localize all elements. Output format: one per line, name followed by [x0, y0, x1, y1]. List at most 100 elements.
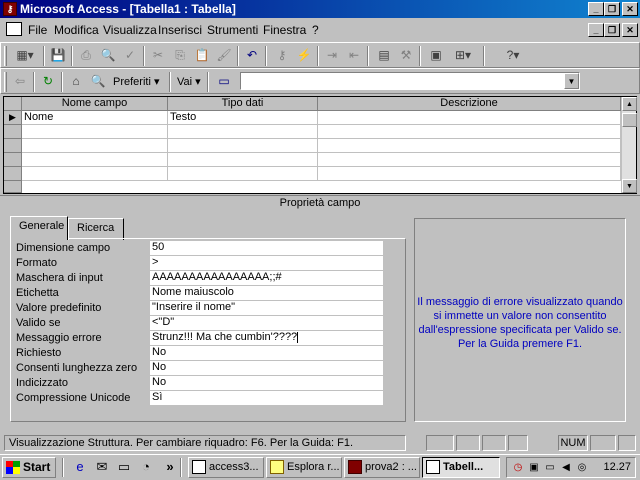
empty-cell[interactable] — [318, 139, 621, 153]
channels-icon[interactable]: ◔ — [138, 459, 154, 475]
property-value-input[interactable]: <"D" — [150, 316, 383, 330]
print-preview-icon[interactable]: 🔍 — [97, 46, 119, 66]
delete-rows-icon[interactable]: ⇤ — [343, 46, 365, 66]
property-value-input[interactable]: Sì — [150, 391, 383, 405]
go-menu[interactable]: Vai ▾ — [177, 75, 201, 88]
back-icon[interactable]: ⇦ — [9, 72, 31, 92]
menu-visualizza[interactable]: Visualizza — [103, 23, 157, 37]
empty-cell[interactable] — [318, 125, 621, 139]
task-button-prova2[interactable]: prova2 : ... — [344, 457, 420, 478]
volume-icon[interactable]: ◀ — [559, 461, 573, 475]
favorites-menu[interactable]: Preferiti ▾ — [113, 75, 159, 88]
property-row-default-value[interactable]: Valore predefinito "Inserire il nome" — [16, 301, 384, 316]
row-selector[interactable] — [4, 125, 22, 139]
scheduler-icon[interactable]: ◷ — [511, 461, 525, 475]
format-painter-icon[interactable]: 🖌 — [213, 46, 235, 66]
property-value-input-focused[interactable]: Strunz!!! Ma che cumbin'???? — [150, 331, 383, 345]
network-icon[interactable]: ▣ — [527, 461, 541, 475]
property-value-input[interactable]: "Inserire il nome" — [150, 301, 383, 315]
empty-cell[interactable] — [22, 153, 168, 167]
undo-icon[interactable]: ↶ — [241, 46, 263, 66]
close-button[interactable]: ✕ — [622, 2, 638, 16]
property-row-input-mask[interactable]: Maschera di input AAAAAAAAAAAAAAAA;;# — [16, 271, 384, 286]
field-name-cell[interactable]: Nome — [22, 111, 168, 125]
empty-cell[interactable] — [168, 139, 318, 153]
menu-help[interactable]: ? — [312, 23, 319, 37]
help-icon[interactable]: ?▾ — [497, 46, 529, 66]
property-row-unicode-compression[interactable]: Compressione Unicode Sì — [16, 391, 384, 406]
build-icon[interactable]: ⚒ — [395, 46, 417, 66]
task-button-tabella[interactable]: Tabell... — [422, 457, 500, 478]
doc-restore-button[interactable]: ❐ — [604, 23, 620, 37]
menu-strumenti[interactable]: Strumenti — [207, 23, 258, 37]
search-web-icon[interactable]: 🔍 — [87, 72, 109, 92]
home-icon[interactable]: ⌂ — [65, 72, 87, 92]
outlook-icon[interactable]: ✉ — [94, 459, 110, 475]
copy-icon[interactable]: ⎘ — [169, 46, 191, 66]
doc-close-button[interactable]: ✕ — [622, 23, 638, 37]
property-value-input[interactable]: > — [150, 256, 383, 270]
property-value-input[interactable]: No — [150, 361, 383, 375]
menu-inserisci[interactable]: Inserisci — [158, 23, 202, 37]
task-tray-icon[interactable]: ◎ — [575, 461, 589, 475]
row-selector[interactable] — [4, 153, 22, 167]
property-value-input[interactable]: AAAAAAAAAAAAAAAA;;# — [150, 271, 383, 285]
start-button[interactable]: Start — [2, 457, 56, 478]
clock[interactable]: 12.27 — [603, 461, 631, 473]
empty-cell[interactable] — [318, 153, 621, 167]
monitor-icon[interactable]: ▭ — [543, 461, 557, 475]
menu-finestra[interactable]: Finestra — [263, 23, 306, 37]
menu-modifica[interactable]: Modifica — [54, 23, 99, 37]
menu-file[interactable]: File — [28, 23, 47, 37]
chevron-down-icon[interactable]: ▼ — [564, 73, 579, 89]
empty-cell[interactable] — [22, 167, 168, 181]
indexes-icon[interactable]: ⚡ — [293, 46, 315, 66]
empty-cell[interactable] — [168, 167, 318, 181]
title-bar[interactable]: ⚷ Microsoft Access - [Tabella1 : Tabella… — [0, 0, 640, 18]
new-object-icon[interactable]: ⊞▾ — [447, 46, 479, 66]
show-desktop-icon[interactable]: ▭ — [116, 459, 132, 475]
description-cell[interactable] — [318, 111, 621, 125]
database-window-icon[interactable]: ▣ — [425, 46, 447, 66]
property-row-allow-zero-length[interactable]: Consenti lunghezza zero No — [16, 361, 384, 376]
empty-cell[interactable] — [168, 153, 318, 167]
property-row-format[interactable]: Formato > — [16, 256, 384, 271]
doc-minimize-button[interactable]: _ — [588, 23, 604, 37]
scroll-up-icon[interactable]: ▲ — [622, 97, 637, 111]
property-row-validation-rule[interactable]: Valido se <"D" — [16, 316, 384, 331]
table-doc-icon[interactable] — [6, 22, 22, 36]
row-selector[interactable] — [4, 181, 22, 193]
row-selector[interactable] — [4, 139, 22, 153]
save-icon[interactable]: 💾 — [47, 46, 69, 66]
property-row-field-size[interactable]: Dimensione campo 50 — [16, 241, 384, 256]
property-row-caption[interactable]: Etichetta Nome maiuscolo — [16, 286, 384, 301]
data-type-cell[interactable]: Testo — [168, 111, 318, 125]
empty-cell[interactable] — [22, 125, 168, 139]
internet-explorer-icon[interactable]: e — [72, 459, 88, 475]
print-icon[interactable]: ⎙ — [75, 46, 97, 66]
primary-key-icon[interactable]: ⚷ — [271, 46, 293, 66]
empty-cell[interactable] — [168, 125, 318, 139]
property-value-input[interactable]: 50 — [150, 241, 383, 255]
restore-button[interactable]: ❐ — [604, 2, 620, 16]
grid-scrollbar[interactable]: ▲ ▼ — [621, 97, 637, 193]
more-quicklaunch-icon[interactable]: » — [162, 459, 178, 475]
scroll-down-icon[interactable]: ▼ — [622, 179, 637, 193]
tab-ricerca[interactable]: Ricerca — [68, 218, 124, 240]
property-row-indexed[interactable]: Indicizzato No — [16, 376, 384, 391]
empty-cell[interactable] — [22, 139, 168, 153]
property-value-input[interactable]: No — [150, 346, 383, 360]
insert-rows-icon[interactable]: ⇥ — [321, 46, 343, 66]
key-icon[interactable]: ⚷ — [3, 2, 17, 16]
refresh-icon[interactable]: ↻ — [37, 72, 59, 92]
scroll-thumb[interactable] — [622, 113, 637, 127]
task-button-access3[interactable]: access3... — [188, 457, 264, 478]
tab-generale[interactable]: Generale — [10, 216, 68, 240]
task-button-explorer[interactable]: Esplora r... — [266, 457, 342, 478]
property-value-input[interactable]: Nome maiuscolo — [150, 286, 383, 300]
row-selector[interactable] — [4, 167, 22, 181]
property-row-required[interactable]: Richiesto No — [16, 346, 384, 361]
property-row-validation-text[interactable]: Messaggio errore Strunz!!! Ma che cumbin'… — [16, 331, 384, 346]
empty-cell[interactable] — [318, 167, 621, 181]
paste-icon[interactable]: 📋 — [191, 46, 213, 66]
